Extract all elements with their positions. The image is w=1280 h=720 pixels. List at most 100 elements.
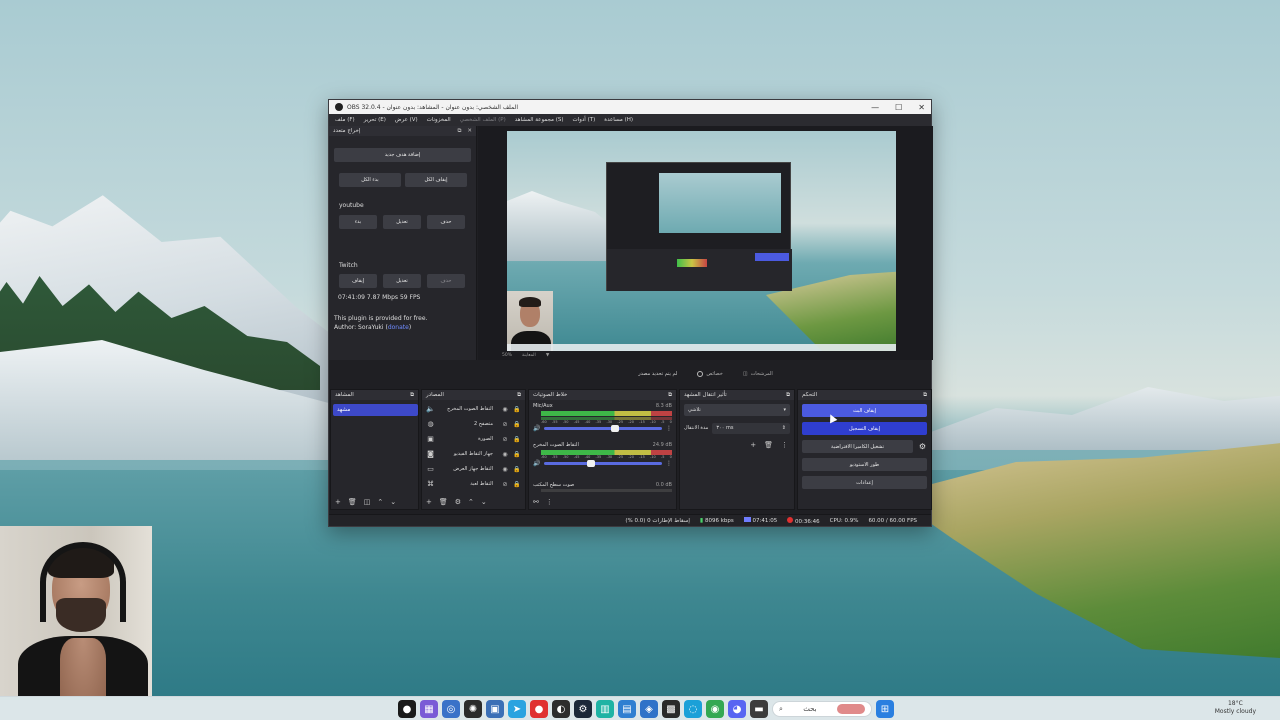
record-app-icon[interactable]: ● — [530, 700, 548, 718]
up-icon[interactable]: ⌃ — [468, 498, 474, 506]
source-row[interactable]: ◍ متصفح 2 ⊘ 🔒 — [426, 417, 521, 431]
float-icon[interactable]: ⧉ — [517, 392, 521, 399]
duration-input[interactable]: ٣٠٠ ms ⇕ — [712, 422, 790, 434]
weather-widget[interactable]: 18°C Mostly cloudy — [1215, 700, 1256, 716]
menu-tools[interactable]: أدوات (T) — [573, 117, 596, 123]
down-icon[interactable]: ⌄ — [481, 498, 487, 506]
transition-select[interactable]: تلاشي ▾ — [684, 404, 790, 416]
store-icon[interactable]: ▤ — [618, 700, 636, 718]
more-icon[interactable]: ⋮ — [666, 425, 672, 432]
menu-profile[interactable]: الملف الشخصي (P) — [460, 117, 506, 123]
app-icon[interactable]: ◈ — [640, 700, 658, 718]
add-icon[interactable]: + — [335, 498, 341, 506]
gear-icon[interactable]: ⚙ — [919, 442, 926, 451]
up-icon[interactable]: ⌃ — [377, 498, 383, 506]
stop-all-button[interactable]: إيقاف الكل — [405, 173, 467, 187]
more-icon[interactable]: ⋮ — [781, 441, 788, 449]
fader-track[interactable] — [544, 425, 662, 432]
minimize-button[interactable]: — — [871, 103, 879, 112]
spin-icon[interactable]: ⇕ — [782, 425, 786, 431]
fader-knob[interactable] — [610, 425, 619, 432]
eye-icon[interactable]: ◉ — [501, 451, 509, 458]
menu-help[interactable]: مساعدة (H) — [604, 117, 633, 123]
trash-icon[interactable]: 🗑 — [439, 498, 448, 506]
youtube-start-button[interactable]: بدء — [339, 215, 377, 229]
fader-knob[interactable] — [587, 460, 596, 467]
lock-icon[interactable]: 🔒 — [513, 451, 521, 458]
title-bar[interactable]: OBS 32.0.4 - الملف الشخصي: بدون عنوان - … — [329, 100, 931, 114]
add-target-button[interactable]: إضافة هدف جديد — [334, 148, 471, 162]
menu-docks[interactable]: المخزونات — [427, 117, 451, 123]
speaker-icon[interactable]: 🔊 — [533, 425, 540, 432]
app-icon[interactable]: ▣ — [486, 700, 504, 718]
trash-icon[interactable]: 🗑 — [348, 498, 357, 506]
program-preview[interactable] — [507, 131, 896, 351]
obs-taskbar-icon[interactable]: ● — [398, 700, 416, 718]
add-icon[interactable]: + — [426, 498, 432, 506]
lock-icon[interactable]: 🔒 — [513, 406, 521, 413]
lock-icon[interactable]: 🔒 — [513, 421, 521, 428]
close-button[interactable]: ✕ — [918, 103, 925, 112]
app-icon[interactable]: ▩ — [662, 700, 680, 718]
source-row[interactable]: ▭ التقاط جهاز العرض ◉ 🔒 — [426, 462, 521, 476]
stop-streaming-button[interactable]: إيقاف البث — [802, 404, 927, 417]
settings-button[interactable]: إعدادات — [802, 476, 927, 489]
source-row[interactable]: ▣ الصورة ⊘ 🔒 — [426, 432, 521, 446]
eye-icon[interactable]: ◉ — [501, 466, 509, 473]
twitch-stop-button[interactable]: إيقاف — [339, 274, 377, 288]
donate-link[interactable]: donate — [388, 324, 409, 331]
source-row[interactable]: 🔈 التقاط الصوت المخرج ◉ 🔒 — [426, 402, 521, 416]
youtube-delete-button[interactable]: حذف — [427, 215, 465, 229]
chrome-icon[interactable]: ◉ — [706, 700, 724, 718]
menu-file[interactable]: ملف (F) — [335, 117, 355, 123]
float-icon[interactable]: ⧉ — [668, 392, 672, 399]
float-icon[interactable]: ⧉ — [457, 128, 461, 135]
scene-item[interactable]: مشهد — [333, 404, 418, 416]
source-row[interactable]: ⌘ التقاط لعبة ⊘ 🔒 — [426, 477, 521, 491]
volume-fader[interactable]: 🔊 ⋮ — [533, 425, 672, 432]
menu-scene-collection[interactable]: مجموعة المشاهد (S) — [515, 117, 564, 123]
windows-start-icon[interactable]: ⊞ — [876, 700, 894, 718]
stop-recording-button[interactable]: إيقاف التسجيل — [802, 422, 927, 435]
app-icon[interactable]: ▦ — [420, 700, 438, 718]
start-all-button[interactable]: بدء الكل — [339, 173, 401, 187]
add-icon[interactable]: + — [750, 441, 756, 449]
float-icon[interactable]: ⧉ — [923, 392, 927, 399]
more-icon[interactable]: ⋮ — [666, 460, 672, 467]
app-icon[interactable]: ◎ — [442, 700, 460, 718]
down-icon[interactable]: ⌄ — [390, 498, 396, 506]
eye-off-icon[interactable]: ⊘ — [501, 481, 509, 488]
twitch-delete-button[interactable]: حذف — [427, 274, 465, 288]
speaker-icon[interactable]: 🔊 — [533, 460, 540, 467]
gear-icon[interactable]: ⚙ — [455, 498, 461, 506]
discord-icon[interactable]: ◕ — [728, 700, 746, 718]
close-icon[interactable]: ✕ — [467, 128, 472, 135]
chatgpt-icon[interactable]: ✺ — [464, 700, 482, 718]
filters-button[interactable]: ◫ المرشحات — [743, 371, 773, 377]
fader-track[interactable] — [544, 460, 662, 467]
menu-view[interactable]: عرض (V) — [395, 117, 418, 123]
properties-button[interactable]: خصائص — [697, 371, 723, 377]
chevron-down-icon[interactable]: ▼ — [546, 353, 549, 358]
taskbar-search[interactable]: ⌕ بحث — [772, 701, 872, 717]
eye-off-icon[interactable]: ⊘ — [501, 436, 509, 443]
float-icon[interactable]: ⧉ — [410, 392, 414, 399]
link-icon[interactable]: ⚯ — [533, 498, 539, 506]
studio-mode-button[interactable]: طور الاستوديو — [802, 458, 927, 471]
menu-edit[interactable]: تحرير (E) — [364, 117, 386, 123]
maximize-button[interactable]: ☐ — [895, 103, 902, 112]
volume-fader[interactable]: 🔊 ⋮ — [533, 460, 672, 467]
edge-icon[interactable]: ◌ — [684, 700, 702, 718]
lock-icon[interactable]: 🔒 — [513, 481, 521, 488]
lock-icon[interactable]: 🔒 — [513, 436, 521, 443]
twitch-edit-button[interactable]: تعديل — [383, 274, 421, 288]
obs-icon[interactable]: ◐ — [552, 700, 570, 718]
telegram-icon[interactable]: ➤ — [508, 700, 526, 718]
source-row[interactable]: ◙ جهاز التقاط الفيديو ◉ 🔒 — [426, 447, 521, 461]
eye-off-icon[interactable]: ⊘ — [501, 421, 509, 428]
lock-icon[interactable]: 🔒 — [513, 466, 521, 473]
youtube-edit-button[interactable]: تعديل — [383, 215, 421, 229]
app-icon[interactable]: ▬ — [750, 700, 768, 718]
eye-icon[interactable]: ◉ — [501, 406, 509, 413]
float-icon[interactable]: ⧉ — [786, 392, 790, 399]
